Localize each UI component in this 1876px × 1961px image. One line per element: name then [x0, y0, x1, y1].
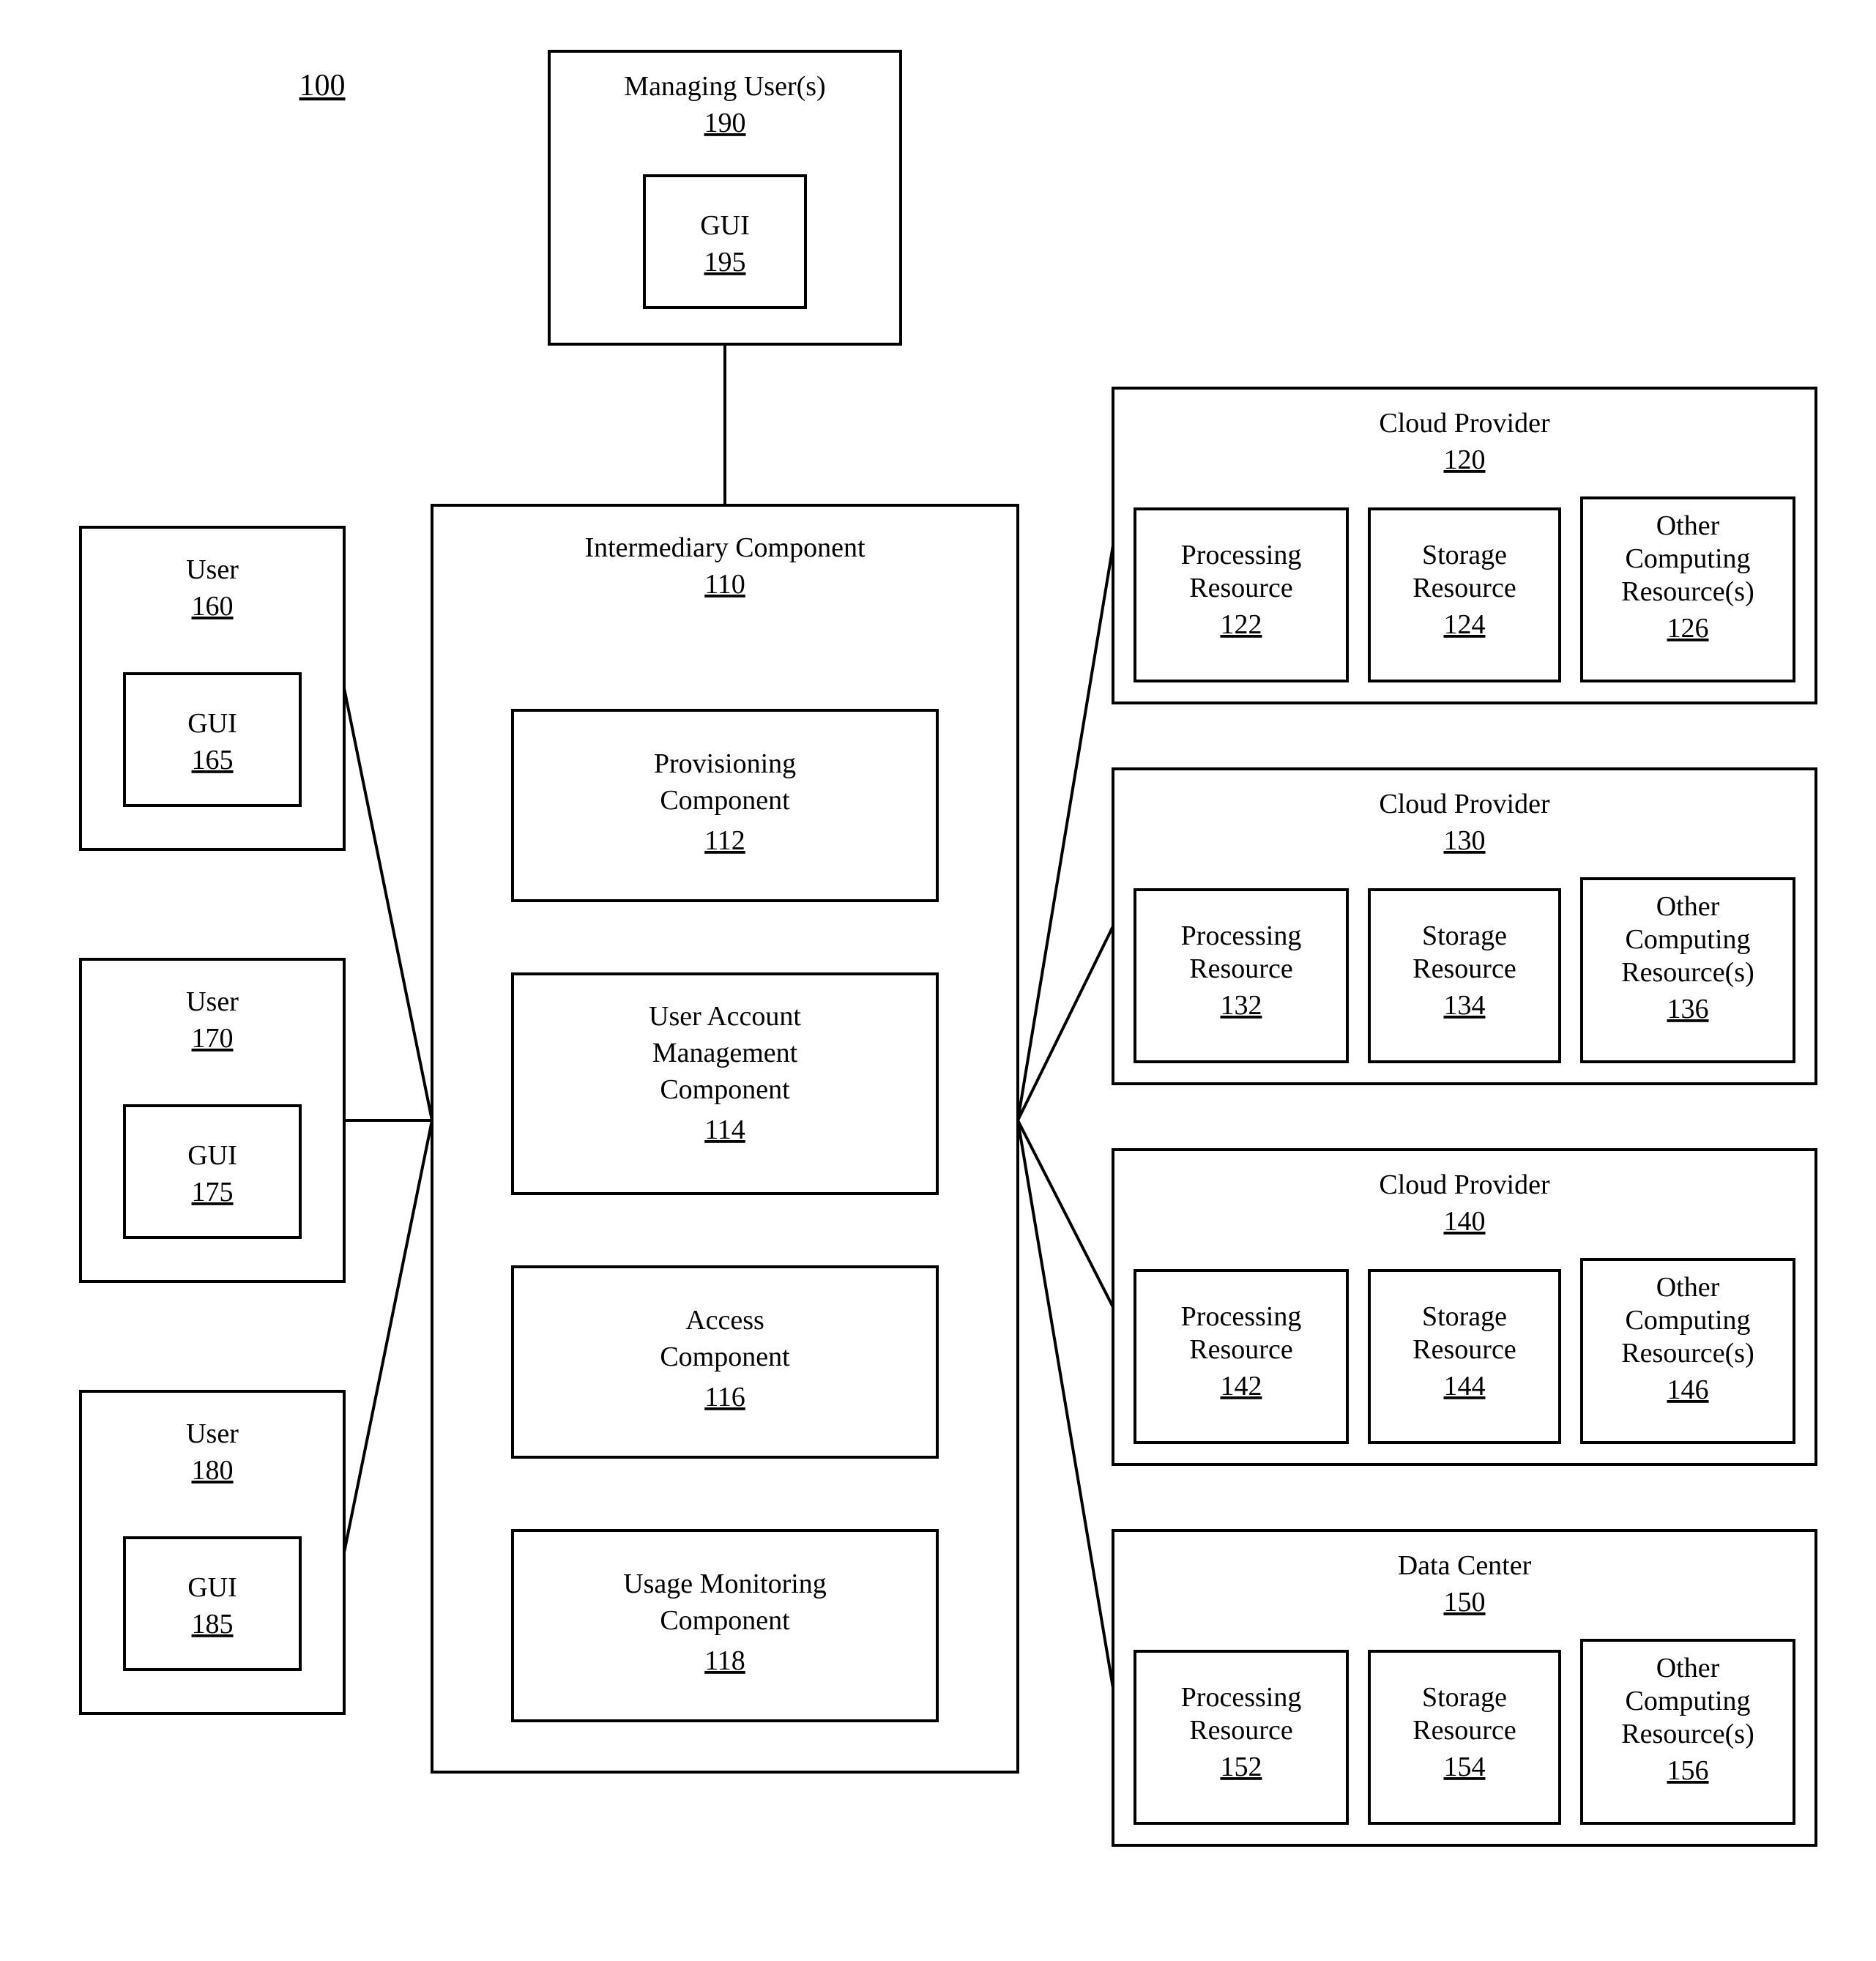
connector-user0-intermediary — [344, 688, 432, 1120]
intermediary-block: Intermediary Component 110 Provisioning … — [432, 505, 1018, 1772]
provider-2-proc-num: 142 — [1221, 1371, 1262, 1402]
provider-0-stor-l1: Storage — [1422, 540, 1507, 570]
usage-l2: Component — [660, 1605, 790, 1636]
user-acct-l2: Management — [652, 1038, 798, 1068]
provider-2-other-num: 146 — [1667, 1374, 1709, 1405]
usage-num: 118 — [704, 1645, 745, 1676]
provider-3-stor-l1: Storage — [1422, 1682, 1507, 1713]
provider-2-other-l3: Resource(s) — [1621, 1338, 1754, 1369]
provider-1-other-l3: Resource(s) — [1621, 957, 1754, 988]
provider-3-proc-num: 152 — [1221, 1752, 1262, 1782]
provider-3-stor-l2: Resource — [1412, 1715, 1516, 1746]
provider-2-other-l2: Computing — [1625, 1305, 1750, 1336]
user-1-num: 170 — [192, 1023, 234, 1054]
managing-users-label: Managing User(s) — [624, 71, 825, 102]
user-0-num: 160 — [192, 591, 234, 622]
provider-0-num: 120 — [1444, 444, 1486, 475]
provider-3-proc-l1: Processing — [1181, 1682, 1302, 1713]
provider-block-3: Data Center 150 Processing Resource 152 … — [1113, 1530, 1816, 1845]
provider-3-other-l3: Resource(s) — [1621, 1719, 1754, 1749]
managing-users-num: 190 — [704, 108, 746, 138]
provider-1-label: Cloud Provider — [1379, 789, 1550, 819]
provider-0-other-l2: Computing — [1625, 543, 1750, 574]
user-block-0: User 160 GUI 165 — [81, 527, 344, 849]
provider-1-stor-l2: Resource — [1412, 953, 1516, 984]
user-1-gui-label: GUI — [187, 1140, 237, 1171]
user-block-2: User 180 GUI 185 — [81, 1391, 344, 1713]
provider-2-label: Cloud Provider — [1379, 1169, 1550, 1200]
connector-intermediary-provider3 — [1018, 1120, 1113, 1688]
connector-user2-intermediary — [344, 1120, 432, 1552]
provider-block-0: Cloud Provider 120 Processing Resource 1… — [1113, 388, 1816, 703]
figure-number: 100 — [299, 69, 346, 103]
user-0-label: User — [186, 554, 239, 585]
provider-1-num: 130 — [1444, 825, 1486, 856]
provider-2-other-l1: Other — [1656, 1272, 1720, 1303]
managing-users-gui-label: GUI — [700, 210, 750, 241]
provider-3-other-l1: Other — [1656, 1653, 1720, 1683]
provisioning-l1: Provisioning — [654, 748, 796, 779]
user-1-label: User — [186, 986, 239, 1017]
access-num: 116 — [704, 1382, 745, 1413]
diagram-canvas: 100 Managing User(s) 190 GUI 195 Interme… — [0, 0, 1876, 1961]
provider-2-stor-l2: Resource — [1412, 1334, 1516, 1365]
user-2-gui-num: 185 — [192, 1609, 234, 1640]
provider-0-proc-l2: Resource — [1189, 573, 1292, 603]
managing-users-gui-num: 195 — [704, 247, 746, 278]
user-2-gui-label: GUI — [187, 1572, 237, 1603]
provider-1-proc-l2: Resource — [1189, 953, 1292, 984]
provider-1-other-l1: Other — [1656, 891, 1720, 922]
user-0-gui-num: 165 — [192, 745, 234, 775]
user-block-1: User 170 GUI 175 — [81, 959, 344, 1281]
provider-3-other-l2: Computing — [1625, 1686, 1750, 1716]
access-l2: Component — [660, 1342, 790, 1372]
provider-2-stor-num: 144 — [1444, 1371, 1486, 1402]
connector-intermediary-provider1 — [1018, 926, 1113, 1120]
usage-l1: Usage Monitoring — [623, 1569, 827, 1599]
provider-0-other-num: 126 — [1667, 613, 1709, 644]
user-acct-num: 114 — [704, 1115, 745, 1145]
provider-0-proc-num: 122 — [1221, 609, 1262, 640]
provider-1-stor-num: 134 — [1444, 990, 1486, 1021]
user-2-label: User — [186, 1418, 239, 1449]
provider-0-stor-l2: Resource — [1412, 573, 1516, 603]
provider-1-proc-l1: Processing — [1181, 920, 1302, 951]
provider-0-proc-l1: Processing — [1181, 540, 1302, 570]
provisioning-l2: Component — [660, 785, 790, 816]
intermediary-label: Intermediary Component — [584, 532, 866, 563]
provider-3-other-num: 156 — [1667, 1755, 1709, 1786]
provider-3-num: 150 — [1444, 1587, 1486, 1618]
provider-3-proc-l2: Resource — [1189, 1715, 1292, 1746]
provider-1-stor-l1: Storage — [1422, 920, 1507, 951]
provider-0-other-l1: Other — [1656, 510, 1720, 541]
provider-2-proc-l2: Resource — [1189, 1334, 1292, 1365]
user-0-gui-label: GUI — [187, 708, 237, 739]
connector-intermediary-provider0 — [1018, 546, 1113, 1120]
user-acct-l3: Component — [660, 1074, 790, 1105]
provider-block-1: Cloud Provider 130 Processing Resource 1… — [1113, 769, 1816, 1084]
provider-0-other-l3: Resource(s) — [1621, 576, 1754, 607]
provider-3-stor-num: 154 — [1444, 1752, 1486, 1782]
provider-0-label: Cloud Provider — [1379, 408, 1550, 439]
provider-2-stor-l1: Storage — [1422, 1301, 1507, 1332]
provider-1-other-l2: Computing — [1625, 924, 1750, 955]
user-acct-l1: User Account — [649, 1001, 801, 1032]
provider-2-num: 140 — [1444, 1206, 1486, 1237]
provider-1-proc-num: 132 — [1221, 990, 1262, 1021]
provider-3-label: Data Center — [1398, 1550, 1532, 1581]
provider-block-2: Cloud Provider 140 Processing Resource 1… — [1113, 1150, 1816, 1465]
provider-2-proc-l1: Processing — [1181, 1301, 1302, 1332]
intermediary-num: 110 — [704, 569, 745, 600]
user-2-num: 180 — [192, 1455, 234, 1486]
provider-0-stor-num: 124 — [1444, 609, 1486, 640]
provisioning-num: 112 — [704, 825, 745, 856]
provider-1-other-num: 136 — [1667, 994, 1709, 1024]
user-1-gui-num: 175 — [192, 1177, 234, 1208]
managing-users-block: Managing User(s) 190 GUI 195 — [549, 51, 901, 344]
access-l1: Access — [685, 1305, 764, 1336]
